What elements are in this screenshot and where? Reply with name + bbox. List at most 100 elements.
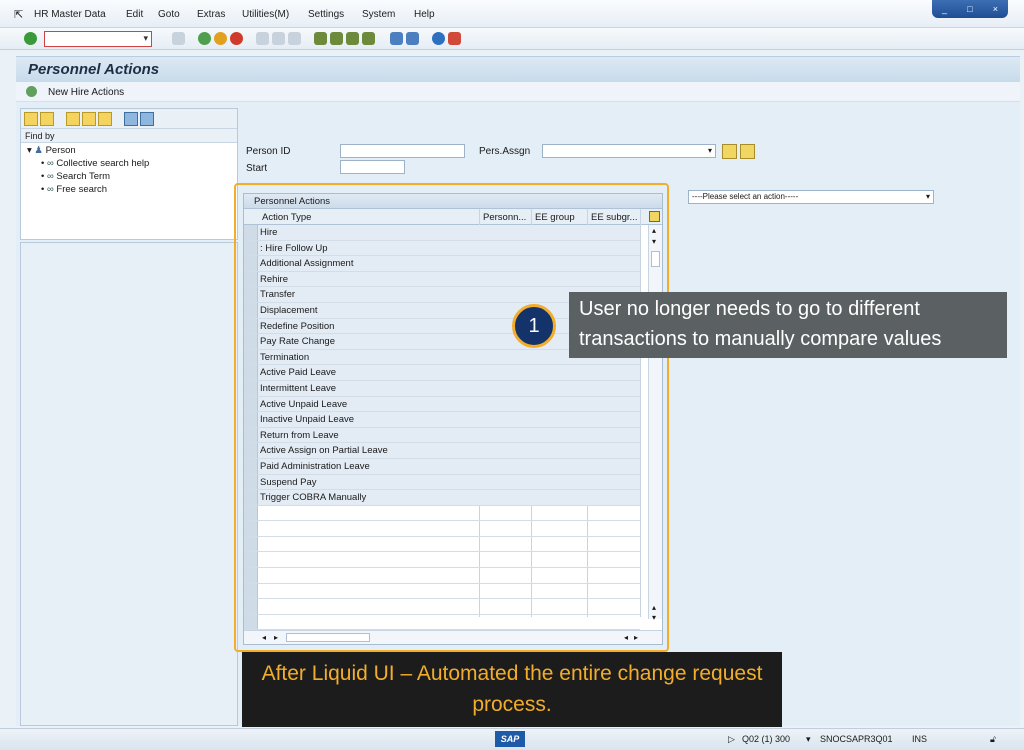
row-selector[interactable] [244,458,258,474]
row-selector[interactable] [244,318,258,334]
save-icon[interactable] [172,32,185,45]
table-row[interactable]: Active Paid Leave [244,365,640,381]
column-header-ee-group[interactable]: EE group [535,212,575,223]
table-row[interactable]: Active Unpaid Leave [244,396,640,413]
help-icon[interactable] [432,32,445,45]
row-selector[interactable] [244,302,258,318]
chevron-down-icon[interactable]: ▾ [143,33,148,44]
tree-node-free-search[interactable]: • ∞ Free search [41,184,107,195]
next-page-icon[interactable] [346,32,359,45]
scroll-left-icon[interactable]: ◂ [624,633,628,642]
execute-icon[interactable] [26,86,37,97]
row-selector[interactable] [244,225,258,240]
print-icon[interactable] [256,32,269,45]
row-selector[interactable] [244,521,258,536]
expand-icon[interactable] [124,112,138,126]
tree-node-person[interactable]: ▾ ♟ Person [27,145,76,156]
add-favorite-icon[interactable] [82,112,96,126]
table-row[interactable]: : Hire Follow Up [244,240,640,257]
table-row[interactable]: Return from Leave [244,427,640,444]
scroll-right-icon[interactable]: ▸ [634,633,638,642]
favorites-icon[interactable] [66,112,80,126]
column-config-icon[interactable] [649,211,660,222]
row-selector[interactable] [244,380,258,396]
row-selector[interactable] [244,505,258,521]
menu-hr-master-data[interactable]: HR Master Data [34,9,106,20]
row-selector[interactable] [244,443,258,458]
table-row[interactable]: Hire [244,225,640,241]
vertical-scrollbar[interactable]: ▴ ▾ ▴ ▾ [648,225,662,622]
table-row[interactable] [244,568,640,584]
close-icon[interactable]: × [993,4,998,14]
change-favorite-icon[interactable] [98,112,112,126]
collapse-icon[interactable] [140,112,154,126]
scroll-down-icon[interactable]: ▾ [652,237,656,246]
table-row[interactable] [244,599,640,615]
status-triangle-icon[interactable]: ▷ [728,734,735,745]
action-select[interactable]: ----Please select an action----- ▾ [688,190,934,204]
last-page-icon[interactable] [362,32,375,45]
table-row[interactable] [244,521,640,537]
row-selector[interactable] [244,583,258,599]
menu-help[interactable]: Help [414,9,435,20]
column-header-personnel[interactable]: Personn... [483,212,526,223]
table-row[interactable] [244,536,640,553]
minimize-icon[interactable]: _ [942,4,947,14]
row-selector[interactable] [244,365,258,380]
table-row[interactable]: Inactive Unpaid Leave [244,412,640,428]
row-selector[interactable] [244,427,258,443]
row-selector[interactable] [244,396,258,412]
start-date-input[interactable] [340,160,405,174]
table-row[interactable] [244,614,640,631]
scroll-right-icon[interactable]: ▸ [274,633,278,642]
row-selector[interactable] [244,240,258,256]
new-hire-actions-button[interactable]: New Hire Actions [48,87,124,98]
back-arrow-icon[interactable] [24,112,38,126]
table-row[interactable] [244,583,640,600]
menu-system[interactable]: System [362,9,395,20]
command-field[interactable]: ▾ [44,31,152,47]
scroll-up-icon[interactable]: ▴ [652,226,656,235]
exit-icon[interactable] [214,32,227,45]
lock-icon[interactable]: 🔓︎ [990,734,996,745]
find-next-icon[interactable] [288,32,301,45]
row-selector[interactable] [244,256,258,271]
row-selector[interactable] [244,287,258,302]
enter-icon[interactable] [24,32,37,45]
back-icon[interactable] [198,32,211,45]
maximize-icon[interactable]: □ [967,4,972,14]
scroll-left-icon[interactable]: ◂ [262,633,266,642]
menu-goto[interactable]: Goto [158,9,180,20]
row-selector[interactable] [244,599,258,614]
cancel-icon[interactable] [230,32,243,45]
first-page-icon[interactable] [314,32,327,45]
prev-page-icon[interactable] [330,32,343,45]
menu-utilities[interactable]: Utilities(M) [242,9,289,20]
row-selector[interactable] [244,552,258,568]
table-row[interactable]: Trigger COBRA Manually [244,490,640,506]
scroll-thumb[interactable] [286,633,370,642]
row-selector[interactable] [244,614,258,630]
table-row[interactable]: Suspend Pay [244,474,640,491]
find-icon[interactable] [272,32,285,45]
menu-icon[interactable]: ⇱ [14,8,23,21]
horizontal-scrollbar[interactable]: ◂ ▸ ◂ ▸ [244,630,662,644]
shortcut-icon[interactable] [406,32,419,45]
table-row[interactable] [244,505,640,522]
menu-extras[interactable]: Extras [197,9,225,20]
row-selector[interactable] [244,334,258,349]
scroll-up-icon[interactable]: ▴ [652,603,656,612]
pers-assign-select[interactable]: ▾ [542,144,716,158]
table-row[interactable]: Active Assign on Partial Leave [244,443,640,459]
column-header-ee-subgroup[interactable]: EE subgr... [591,212,637,223]
scroll-down-icon[interactable]: ▾ [652,613,656,622]
chevron-down-icon[interactable]: ▾ [806,734,811,745]
menu-edit[interactable]: Edit [126,9,143,20]
row-selector[interactable] [244,490,258,505]
column-header-action-type[interactable]: Action Type [262,212,311,223]
row-selector[interactable] [244,349,258,365]
new-session-icon[interactable] [390,32,403,45]
row-selector[interactable] [244,536,258,552]
table-row[interactable] [244,552,640,569]
tree-node-collective-search-help[interactable]: • ∞ Collective search help [41,158,149,169]
